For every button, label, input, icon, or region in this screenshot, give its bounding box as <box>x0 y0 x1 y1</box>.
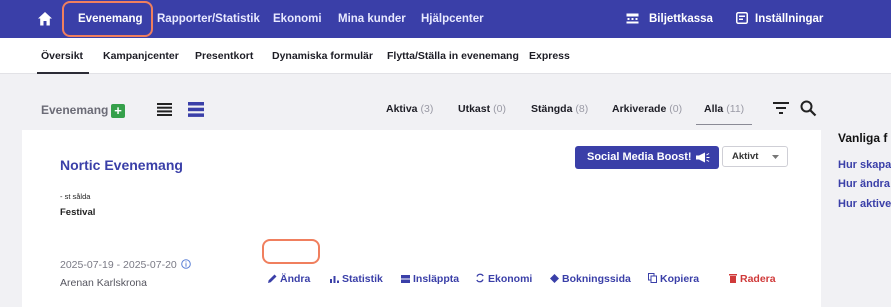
add-event-button[interactable]: + <box>111 104 125 118</box>
highlight-evenemang <box>62 1 153 37</box>
event-dates: 2025-07-19 - 2025-07-20 <box>60 259 177 271</box>
faq-title: Vanliga f <box>838 131 888 145</box>
status-select[interactable]: Aktivt <box>722 146 788 167</box>
social-media-boost-button[interactable]: Social Media Boost! <box>575 146 719 169</box>
event-venue: Arenan Karlskrona <box>60 277 147 289</box>
event-category: Festival <box>60 207 96 218</box>
tab-oversikt[interactable]: Översikt <box>36 38 90 74</box>
list-view-icon[interactable] <box>157 103 172 116</box>
trash-icon <box>729 274 737 283</box>
nav-mina-kunder[interactable]: Mina kunder <box>338 0 406 38</box>
chevron-down-icon <box>772 155 779 159</box>
faq-link-1[interactable]: Hur skapa <box>838 159 891 171</box>
highlight-andra <box>262 239 320 264</box>
tab-express[interactable]: Express <box>529 38 570 74</box>
delete-button[interactable]: Radera <box>729 273 776 285</box>
settings-icon <box>736 12 748 24</box>
tickets-sold: - st sålda <box>60 192 91 201</box>
edit-button[interactable]: Ändra <box>268 273 310 285</box>
status-select-value: Aktivt <box>732 151 759 162</box>
section-title: Evenemang <box>41 103 109 117</box>
megaphone-icon <box>696 152 710 163</box>
status-arkiverade[interactable]: Arkiverade (0) <box>612 103 682 115</box>
search-icon[interactable] <box>800 100 817 117</box>
exchange-icon <box>476 273 484 283</box>
status-aktiva[interactable]: Aktiva (3) <box>386 103 433 115</box>
statistics-button[interactable]: Statistik <box>330 273 383 285</box>
admitted-button[interactable]: Insläppta <box>401 273 459 285</box>
nav-installningar[interactable]: Inställningar <box>755 0 823 38</box>
pencil-icon <box>268 274 277 283</box>
nav-ekonomi[interactable]: Ekonomi <box>273 0 322 38</box>
cash-register-icon <box>626 13 639 24</box>
nav-biljettkassa[interactable]: Biljettkassa <box>649 0 713 38</box>
card-view-icon[interactable] <box>188 102 204 117</box>
status-stangda[interactable]: Stängda (8) <box>531 103 588 115</box>
sub-navigation: Översikt Kampanjcenter Presentkort Dynam… <box>0 38 891 74</box>
nav-rapporter-statistik[interactable]: Rapporter/Statistik <box>157 0 260 38</box>
tag-icon <box>550 274 559 283</box>
economy-button[interactable]: Ekonomi <box>475 273 532 285</box>
ticket-icon <box>401 275 410 283</box>
event-title[interactable]: Nortic Evenemang <box>60 157 183 173</box>
tab-kampanjcenter[interactable]: Kampanjcenter <box>103 38 179 74</box>
home-icon[interactable] <box>36 10 54 28</box>
bar-chart-icon <box>330 276 339 283</box>
tab-dynamiska-formular[interactable]: Dynamiska formulär <box>272 38 373 74</box>
copy-button[interactable]: Kopiera <box>648 273 699 285</box>
filter-icon[interactable] <box>773 102 789 114</box>
faq-link-3[interactable]: Hur aktive <box>838 198 891 210</box>
tab-presentkort[interactable]: Presentkort <box>195 38 253 74</box>
status-alla[interactable]: Alla (11) <box>695 103 753 125</box>
info-icon[interactable] <box>181 259 191 269</box>
boost-label: Social Media Boost! <box>587 151 692 163</box>
filter-bar: Evenemang Aktiva (3) Utkast (0) Stängda (8)… <box>0 74 891 130</box>
faq-link-2[interactable]: Hur ändra <box>838 178 890 190</box>
copy-icon <box>648 273 657 283</box>
booking-page-button[interactable]: Bokningssida <box>550 273 631 285</box>
tab-flytta-stalla-in[interactable]: Flytta/Ställa in evenemang <box>387 38 519 74</box>
nav-hjalpcenter[interactable]: Hjälpcenter <box>421 0 484 38</box>
status-utkast[interactable]: Utkast (0) <box>458 103 506 115</box>
